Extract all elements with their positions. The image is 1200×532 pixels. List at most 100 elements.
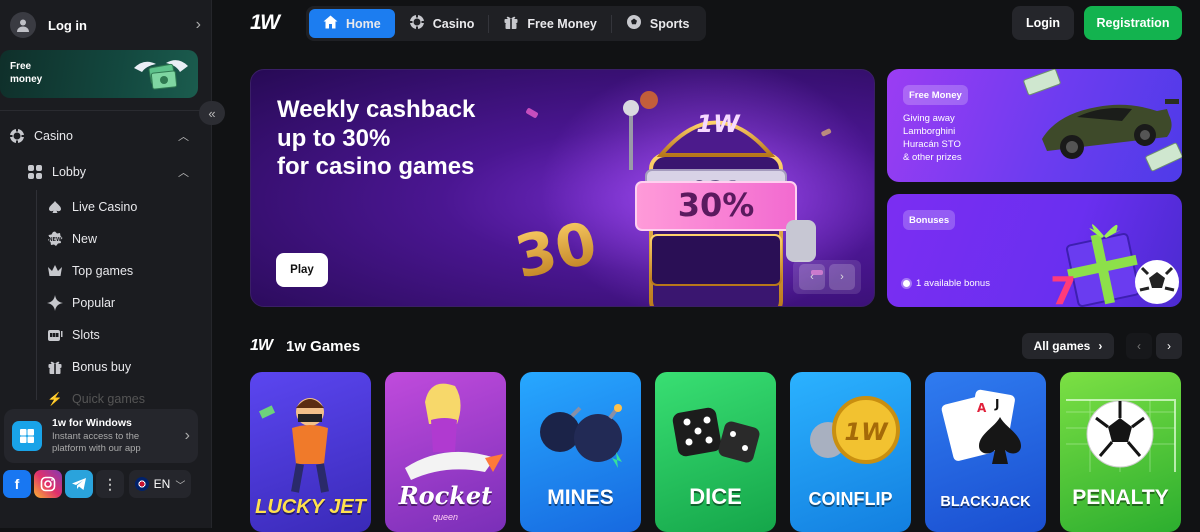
sidebar-item-label: Top games xyxy=(72,264,134,278)
top-bar: 1W Home Casino Free Money Sports Login R… xyxy=(212,0,1200,46)
game-card-mines[interactable]: MINES xyxy=(520,372,641,532)
tab-free-money[interactable]: Free Money xyxy=(489,9,610,38)
promo-bonuses-card[interactable]: Bonuses 1 available bonus 7 xyxy=(887,194,1182,307)
crown-icon xyxy=(46,262,64,280)
social-links: f ⋮ EN ﹀ xyxy=(3,470,191,498)
sidebar: Log in › Free money Casino ︿ Lobby ︿ Liv… xyxy=(0,0,212,528)
registration-button[interactable]: Registration xyxy=(1084,6,1182,40)
free-money-banner[interactable]: Free money xyxy=(0,50,198,98)
game-card-coinflip[interactable]: 1W COINFLIP xyxy=(790,372,911,532)
games-section-header: 1W 1w Games All games › ‹ › xyxy=(250,333,1182,361)
chevron-up-icon: ︿ xyxy=(178,131,189,143)
sidebar-item-slots[interactable]: Slots xyxy=(0,319,211,351)
tab-label: Home xyxy=(346,16,381,31)
brand-logo[interactable]: 1W xyxy=(250,11,280,35)
sidebar-item-new[interactable]: NEW New xyxy=(0,223,211,255)
all-games-label: All games xyxy=(1033,339,1091,353)
user-avatar-icon xyxy=(10,12,36,38)
game-subtitle: queen xyxy=(432,512,459,522)
more-options-icon[interactable]: ⋮ xyxy=(96,470,124,498)
facebook-icon[interactable]: f xyxy=(3,470,31,498)
available-bonus-text: 1 available bonus xyxy=(916,278,990,289)
section-title: 1w Games xyxy=(286,338,361,355)
instagram-icon[interactable] xyxy=(34,470,62,498)
sidebar-item-label: Popular xyxy=(72,296,116,310)
sports-car-illustration xyxy=(1023,69,1182,172)
games-prev-button[interactable]: ‹ xyxy=(1126,333,1152,359)
promo-description: Giving away Lamborghini Huracán STO & ot… xyxy=(903,112,1003,164)
game-title: COINFLIP xyxy=(808,489,893,509)
windows-app-card[interactable]: 1w for Windows Instant access to the pla… xyxy=(4,409,198,463)
casino-chip-icon xyxy=(409,14,425,33)
tab-casino[interactable]: Casino xyxy=(395,9,489,38)
hero-title-line3: for casino games xyxy=(277,153,475,180)
windows-icon xyxy=(12,421,42,451)
game-card-dice[interactable]: DICE xyxy=(655,372,776,532)
sidebar-login-label: Log in xyxy=(48,17,87,33)
sparkle-icon xyxy=(46,294,64,312)
soccer-ball-icon xyxy=(626,14,642,33)
winged-money-icon xyxy=(134,60,188,90)
hero-play-button[interactable]: Play xyxy=(276,253,328,287)
chevron-left-icon[interactable]: ‹ xyxy=(799,264,825,290)
promo-pill: Free Money xyxy=(903,85,968,105)
status-dot xyxy=(903,280,910,287)
game-title: Rocket xyxy=(398,481,493,510)
hero-title: Weekly cashback up to 30% for casino gam… xyxy=(277,96,517,182)
app-card-text: 1w for Windows Instant access to the pla… xyxy=(52,417,185,455)
sidebar-item-live-casino[interactable]: Live Casino xyxy=(0,191,211,223)
hero-banner[interactable]: 1W 021 30% 30 Weekly cashback up to 30% … xyxy=(250,69,875,307)
svg-text:1W: 1W xyxy=(844,418,889,446)
game-title: MINES xyxy=(547,486,614,509)
sidebar-item-label: Live Casino xyxy=(72,200,138,214)
hero-title-line1: Weekly cashback xyxy=(277,96,476,123)
sidebar-item-label: Quick games xyxy=(72,392,145,406)
sidebar-item-label: New xyxy=(72,232,98,246)
submenu-guide-line xyxy=(36,190,37,400)
promo-line: Huracán STO xyxy=(903,139,961,150)
promo-line: & other prizes xyxy=(903,152,962,163)
sidebar-item-label: Slots xyxy=(72,328,100,342)
tab-label: Casino xyxy=(432,16,475,31)
sidebar-item-top-games[interactable]: Top games xyxy=(0,255,211,287)
collapse-sidebar-button[interactable]: « xyxy=(199,101,225,125)
language-selector[interactable]: EN ﹀ xyxy=(129,470,191,498)
tab-label: Sports xyxy=(649,16,690,31)
login-button[interactable]: Login xyxy=(1012,6,1074,40)
gift-icon xyxy=(503,14,519,33)
game-card-lucky-jet[interactable]: LUCKY JET xyxy=(250,372,371,532)
sidebar-item-casino[interactable]: Casino ︿ xyxy=(0,119,211,153)
sidebar-login-row[interactable]: Log in › xyxy=(0,0,211,50)
spade-icon xyxy=(46,198,64,216)
app-card-title: 1w for Windows xyxy=(52,417,132,429)
chevron-right-icon[interactable]: › xyxy=(829,264,855,290)
slot-reel-percent: 30% xyxy=(678,186,755,224)
game-card-penalty[interactable]: PENALTY xyxy=(1060,372,1181,532)
games-carousel: LUCKY JET Rocket queen MINES DICE 1W COI… xyxy=(250,372,1181,532)
sidebar-item-bonus-buy[interactable]: Bonus buy xyxy=(0,351,211,383)
tab-sports[interactable]: Sports xyxy=(612,9,704,38)
hero-carousel-nav: ‹ › xyxy=(793,260,861,294)
games-next-button[interactable]: › xyxy=(1156,333,1182,359)
chevron-right-icon: › xyxy=(1098,339,1103,353)
tab-label: Free Money xyxy=(527,16,597,31)
sidebar-item-popular[interactable]: Popular xyxy=(0,287,211,319)
game-card-blackjack[interactable]: A J BLACKJACK xyxy=(925,372,1046,532)
gift-box-illustration: 7 xyxy=(1050,224,1179,307)
sidebar-item-lobby[interactable]: Lobby ︿ xyxy=(0,153,211,191)
sidebar-item-label: Lobby xyxy=(52,165,87,179)
slot-logo-text: 1W xyxy=(696,110,741,138)
all-games-button[interactable]: All games › xyxy=(1022,333,1114,359)
game-title: BLACKJACK xyxy=(940,494,1031,510)
gift-icon xyxy=(46,358,64,376)
chevron-up-icon: ︿ xyxy=(178,167,189,179)
tab-home[interactable]: Home xyxy=(309,9,395,38)
game-card-rocket-queen[interactable]: Rocket queen xyxy=(385,372,506,532)
promo-free-money-card[interactable]: Free Money Giving away Lamborghini Hurac… xyxy=(887,69,1182,182)
telegram-icon[interactable] xyxy=(65,470,93,498)
chevron-down-icon: ﹀ xyxy=(175,480,186,492)
svg-text:NEW: NEW xyxy=(48,237,62,243)
svg-text:7: 7 xyxy=(1050,269,1076,307)
promo-pill: Bonuses xyxy=(903,210,956,230)
new-badge-icon: NEW xyxy=(46,230,64,248)
